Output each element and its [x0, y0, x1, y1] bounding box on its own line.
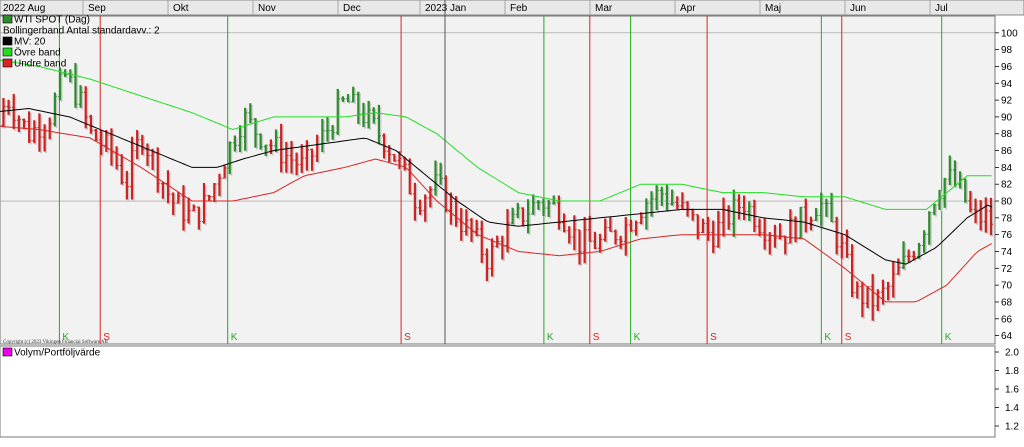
price-tick-label: 88 — [1001, 129, 1013, 140]
price-tick-label: 72 — [1001, 264, 1013, 275]
price-tick-label: 94 — [1001, 79, 1013, 90]
legend-label: MV: 20 — [14, 37, 46, 48]
month-label: 2023 Jan — [425, 3, 466, 14]
signal-label: K — [231, 332, 238, 343]
month-label: Jun — [850, 3, 866, 14]
volume-tick-label: 1.6 — [1005, 385, 1019, 396]
month-label: Nov — [258, 3, 276, 14]
price-tick-label: 98 — [1001, 45, 1013, 56]
signal-label: K — [945, 332, 952, 343]
month-label: Jul — [935, 3, 948, 14]
month-label: 2022 Aug — [3, 3, 45, 14]
volume-legend-swatch — [2, 347, 13, 357]
legend-label: Undre band — [14, 59, 66, 70]
volume-tick-label: 2.0 — [1005, 348, 1019, 359]
volume-tick-label: 1.8 — [1005, 366, 1019, 377]
price-tick-label: 80 — [1001, 197, 1013, 208]
signal-label: K — [824, 332, 831, 343]
price-tick-label: 100 — [1001, 28, 1018, 39]
price-tick-label: 92 — [1001, 96, 1013, 107]
volume-legend-label: Volym/Portföljvärde — [14, 348, 101, 359]
legend-swatch — [2, 36, 13, 46]
price-tick-label: 86 — [1001, 146, 1013, 157]
volume-panel — [0, 345, 996, 438]
legend-label: Övre band — [14, 47, 61, 59]
month-label: Dec — [343, 3, 361, 14]
price-chart: KSKSKSKSKSK 2022 Aug Sep Okt Nov Dec 2023 Jan… — [0, 0, 1024, 447]
price-tick-label: 96 — [1001, 62, 1013, 73]
price-tick-label: 74 — [1001, 247, 1013, 258]
signal-label: K — [634, 332, 641, 343]
price-tick-label: 64 — [1001, 331, 1013, 342]
price-tick-label: 76 — [1001, 230, 1013, 241]
legend-label: Bollingerband Antal standardavv.: 2 — [3, 26, 160, 37]
price-tick-label: 66 — [1001, 314, 1013, 325]
volume-legend: Volym/Portföljvärde — [2, 347, 101, 359]
price-tick-label: 78 — [1001, 213, 1013, 224]
legend-label: WTI SPOT (Dag) — [14, 15, 90, 26]
month-label: Feb — [510, 3, 528, 14]
month-label: Maj — [765, 3, 781, 14]
month-label: Apr — [680, 3, 696, 14]
signal-label: S — [710, 332, 717, 343]
legend-swatch — [2, 14, 13, 24]
volume-tick-label: 1.2 — [1005, 422, 1019, 433]
legend-swatch — [2, 58, 13, 68]
month-label: Okt — [173, 3, 189, 14]
price-tick-label: 84 — [1001, 163, 1013, 174]
volume-tick-label: 1.4 — [1005, 403, 1019, 414]
signal-label: S — [593, 332, 600, 343]
signal-label: K — [547, 332, 554, 343]
legend-swatch — [2, 47, 13, 57]
price-tick-label: 68 — [1001, 297, 1013, 308]
price-tick-label: 82 — [1001, 180, 1013, 191]
signal-label: S — [845, 332, 852, 343]
signal-label: S — [404, 332, 411, 343]
price-tick-label: 70 — [1001, 281, 1013, 292]
month-label: Mar — [595, 3, 613, 14]
month-label: Sep — [88, 3, 106, 14]
copyright-text: Copyright (c) 2023 Vikingen Financial So… — [3, 340, 109, 345]
price-tick-label: 90 — [1001, 112, 1013, 123]
